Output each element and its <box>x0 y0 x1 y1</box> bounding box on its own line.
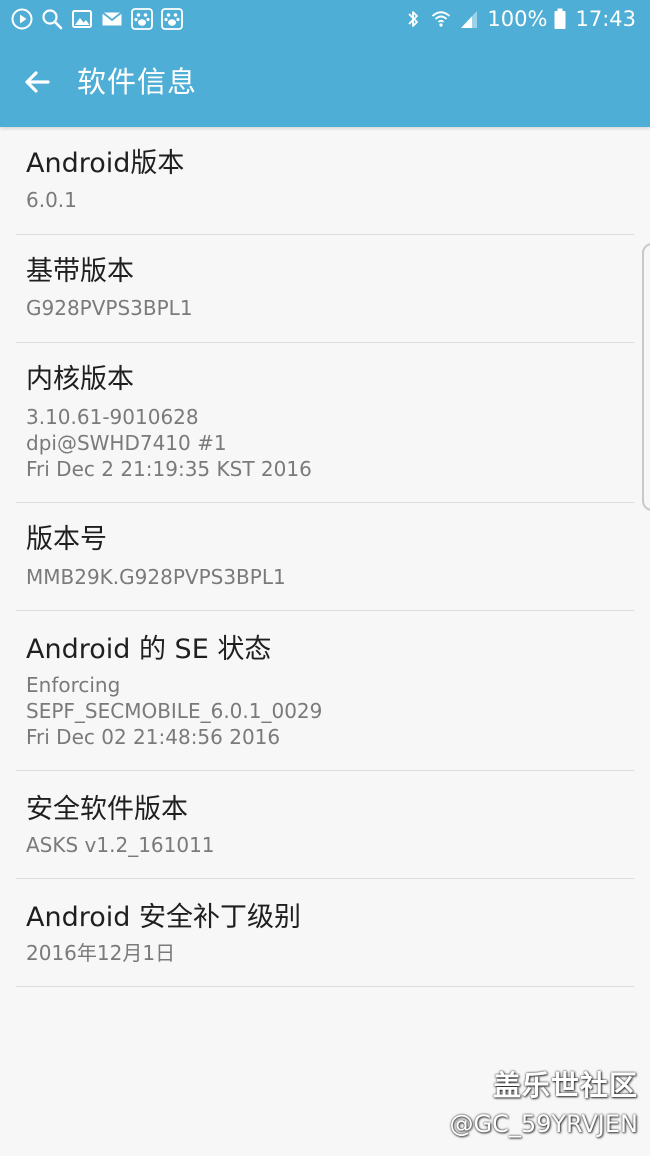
baidu-paw-notification-icon <box>130 7 154 31</box>
item-title: 安全软件版本 <box>26 794 188 825</box>
item-title: 内核版本 <box>26 364 134 395</box>
item-value: 3.10.61-9010628 <box>26 405 199 429</box>
item-title: 版本号 <box>26 524 107 555</box>
item-title: Android版本 <box>26 148 185 179</box>
list-item-kernel-version[interactable]: 内核版本 3.10.61-9010628 dpi@SWHD7410 #1 Fri… <box>16 343 634 503</box>
item-value: Enforcing <box>26 673 121 697</box>
item-value: dpi@SWHD7410 #1 <box>26 431 227 455</box>
list-item-baseband-version[interactable]: 基带版本 G928PVPS3BPL1 <box>16 235 634 343</box>
item-title: 基带版本 <box>26 256 134 287</box>
status-bar: 100% 17:43 <box>0 0 650 38</box>
bluetooth-icon <box>403 7 423 31</box>
item-value: 2016年12月1日 <box>26 941 176 965</box>
item-value: Fri Dec 02 21:48:56 2016 <box>26 725 281 749</box>
notification-icons <box>10 7 190 31</box>
page-title: 软件信息 <box>77 65 198 99</box>
baidu-paw-notification-icon <box>160 7 184 31</box>
watermark-user: @GC_59YRVJEN <box>449 1110 638 1138</box>
wifi-icon <box>431 7 451 31</box>
item-value: 6.0.1 <box>26 188 77 212</box>
arrow-left-icon <box>20 64 56 100</box>
edge-panel-handle[interactable] <box>642 243 650 511</box>
list-item-security-patch-level[interactable]: Android 安全补丁级别 2016年12月1日 <box>16 879 634 987</box>
item-value: G928PVPS3BPL1 <box>26 296 193 320</box>
watermark-brand: 盖乐世社区 <box>492 1069 638 1102</box>
list-item-se-status[interactable]: Android 的 SE 状态 Enforcing SEPF_SECMOBILE… <box>16 611 634 771</box>
gallery-notification-icon <box>70 7 94 31</box>
search-notification-icon <box>40 7 64 31</box>
list-item-android-version[interactable]: Android版本 6.0.1 <box>16 127 634 235</box>
system-status: 100% 17:43 <box>403 6 636 32</box>
list-item-security-software-version[interactable]: 安全软件版本 ASKS v1.2_161011 <box>16 771 634 879</box>
battery-percentage: 100% <box>487 7 548 31</box>
list-item-build-number[interactable]: 版本号 MMB29K.G928PVPS3BPL1 <box>16 503 634 611</box>
back-button[interactable] <box>20 64 56 100</box>
item-value: MMB29K.G928PVPS3BPL1 <box>26 565 286 589</box>
item-value: Fri Dec 2 21:19:35 KST 2016 <box>26 457 312 481</box>
battery-icon <box>553 7 567 31</box>
app-bar: 软件信息 <box>0 38 650 127</box>
mail-notification-icon <box>100 7 124 31</box>
item-value: SEPF_SECMOBILE_6.0.1_0029 <box>26 699 323 723</box>
item-value: ASKS v1.2_161011 <box>26 833 215 857</box>
clock: 17:43 <box>575 7 636 31</box>
item-title: Android 的 SE 状态 <box>26 634 272 665</box>
software-info-list: Android版本 6.0.1 基带版本 G928PVPS3BPL1 内核版本 … <box>0 127 650 987</box>
signal-icon <box>459 7 479 31</box>
item-title: Android 安全补丁级别 <box>26 902 301 933</box>
play-notification-icon <box>10 7 34 31</box>
